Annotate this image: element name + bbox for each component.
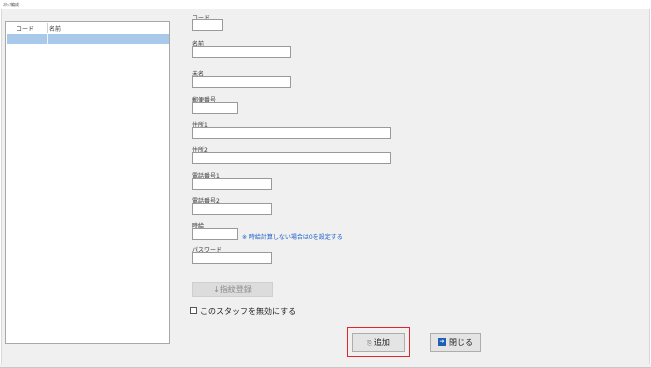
disable-staff-checkbox[interactable]: このスタッフを無効にする xyxy=(190,306,296,317)
disable-staff-label: このスタッフを無効にする xyxy=(200,307,297,316)
window-title: ｽﾀｯﾌ編成 xyxy=(3,2,19,7)
add-button[interactable]: ⎘ 追加 xyxy=(352,333,405,352)
add-icon: ⎘ xyxy=(367,340,372,347)
staff-list[interactable]: コード 名前 xyxy=(5,21,170,344)
column-divider xyxy=(47,23,48,33)
list-item[interactable] xyxy=(7,34,169,44)
address1-field[interactable] xyxy=(192,127,391,139)
window-bottom-edge xyxy=(0,364,651,368)
checkbox-icon[interactable] xyxy=(190,307,197,314)
column-header-code[interactable]: コード xyxy=(16,24,34,33)
password-field[interactable] xyxy=(192,252,272,264)
wage-field[interactable] xyxy=(192,228,238,240)
exit-arrow-icon: ➔ xyxy=(438,337,446,346)
close-button-label: 閉じる xyxy=(449,338,473,347)
postal-field[interactable] xyxy=(192,102,238,114)
name-field[interactable] xyxy=(192,46,291,58)
add-button-label: 追加 xyxy=(373,338,390,347)
phone2-field[interactable] xyxy=(192,203,272,215)
address2-field[interactable] xyxy=(192,152,391,164)
code-field[interactable] xyxy=(192,19,223,31)
kana-field[interactable] xyxy=(192,76,291,88)
phone1-field[interactable] xyxy=(192,178,272,190)
wage-hint: ※ 時給計算しない場合は0を設定する xyxy=(242,234,343,241)
fingerprint-register-button: ↓指紋登録 xyxy=(192,282,273,297)
column-header-name[interactable]: 名前 xyxy=(49,24,61,33)
window-client: コード 名前 コード 名前 未名 郵便番号 住所1 住所2 電話番号1 電話番号… xyxy=(1,9,650,364)
window-titlebar: ｽﾀｯﾌ編成 xyxy=(0,0,651,9)
close-button[interactable]: ➔ 閉じる xyxy=(430,333,481,352)
cell-divider xyxy=(47,34,48,44)
list-header: コード 名前 xyxy=(6,22,169,34)
